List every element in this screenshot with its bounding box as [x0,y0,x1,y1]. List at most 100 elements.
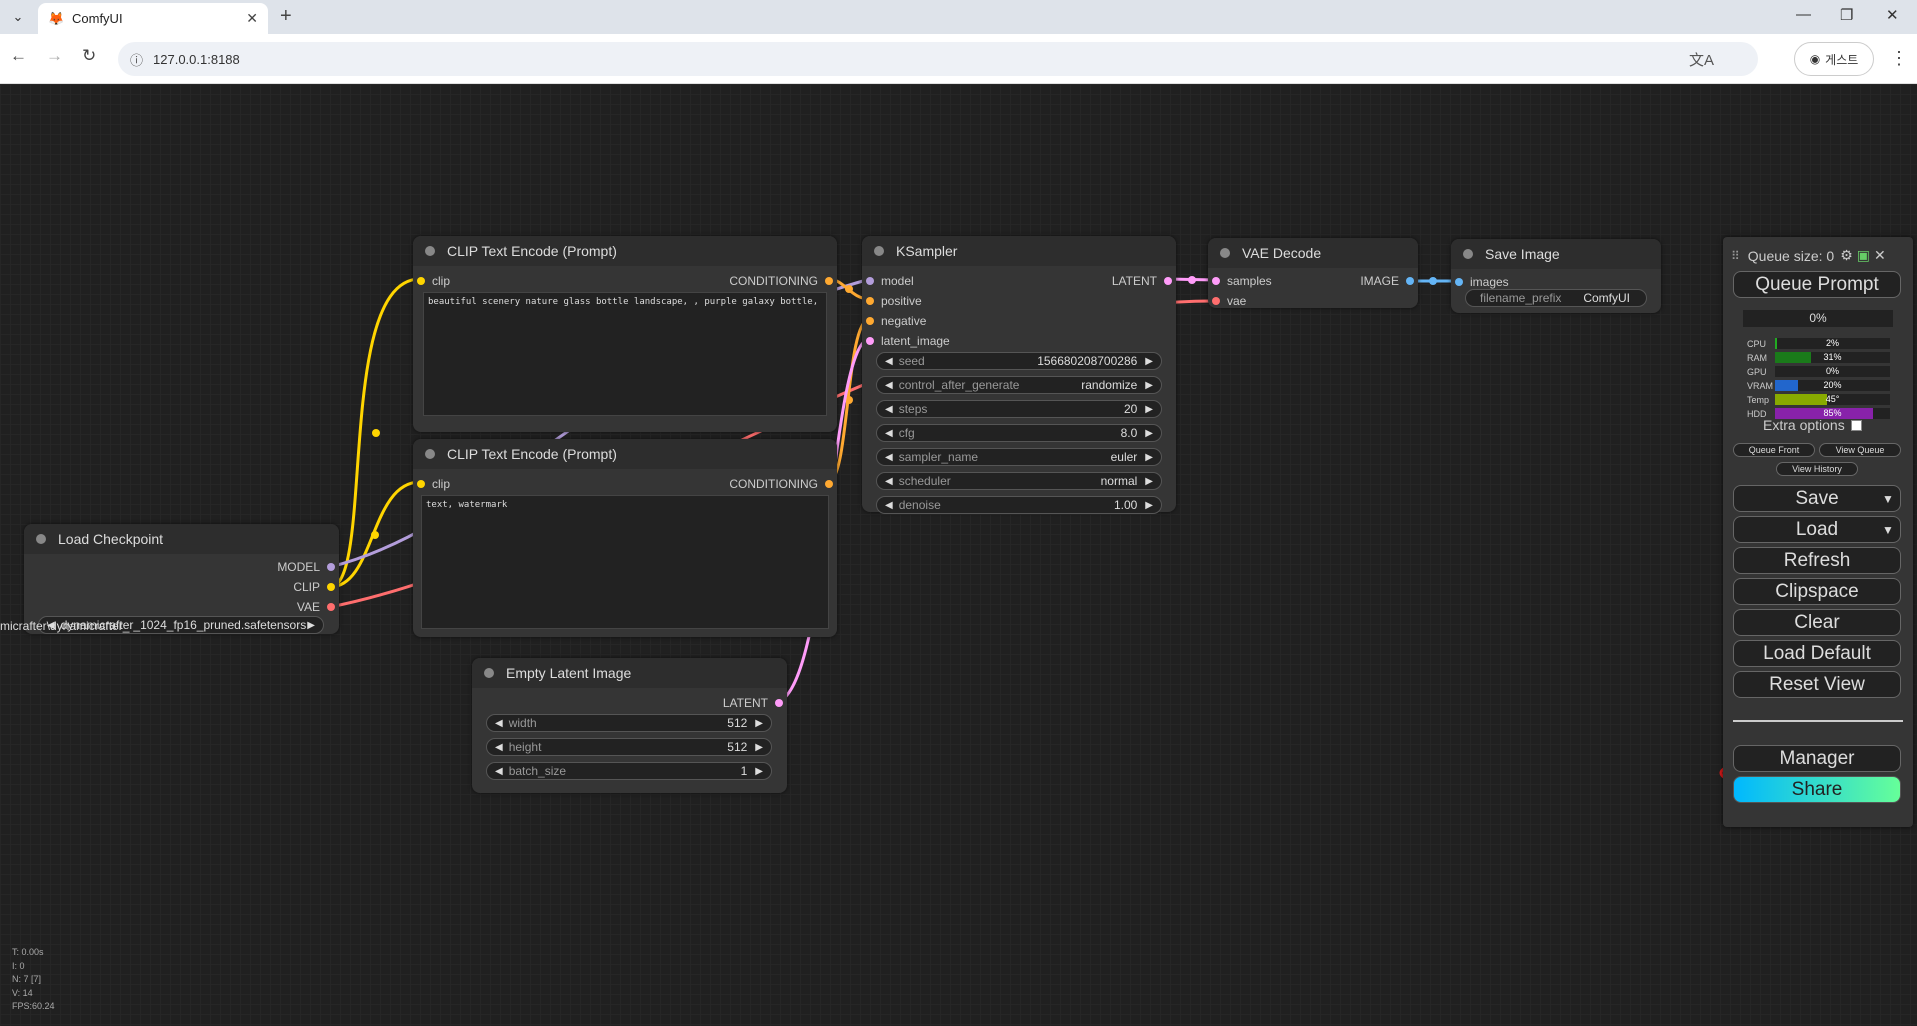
view-history-button[interactable]: View History [1776,462,1858,476]
widget-sampler-name[interactable]: ◀ sampler_name euler ▶ [876,448,1162,466]
queue-prompt-button[interactable]: Queue Prompt [1733,271,1901,298]
collapse-dot-icon[interactable] [874,246,884,256]
minimize-icon[interactable]: — [1796,6,1811,23]
tab-close-icon[interactable]: ✕ [246,10,258,27]
widget-cfg[interactable]: ◀ cfg 8.0 ▶ [876,424,1162,442]
tab-search-dropdown-icon[interactable]: ⌄ [6,6,30,28]
queue-front-button[interactable]: Queue Front [1733,443,1815,457]
collapse-dot-icon[interactable] [1463,249,1473,259]
reset-view-button[interactable]: Reset View [1733,671,1901,698]
input-slot-samples[interactable]: samples [1212,274,1272,288]
collapse-dot-icon[interactable] [425,449,435,459]
widget-control-after-generate[interactable]: ◀ control_after_generate randomize ▶ [876,376,1162,394]
node-header[interactable]: CLIP Text Encode (Prompt) [413,439,837,469]
node-clip-text-encode-positive[interactable]: CLIP Text Encode (Prompt) clip CONDITION… [413,236,837,432]
node-clip-text-encode-negative[interactable]: CLIP Text Encode (Prompt) clip CONDITION… [413,439,837,637]
output-slot-vae[interactable]: VAE [297,600,335,614]
output-slot-conditioning[interactable]: CONDITIONING [729,274,833,288]
decrement-arrow-icon[interactable]: ◀ [885,476,893,487]
increment-arrow-icon[interactable]: ▶ [1145,500,1153,511]
input-slot-images[interactable]: images [1455,275,1509,289]
restore-icon[interactable]: ❐ [1840,6,1853,24]
output-slot-image[interactable]: IMAGE [1360,274,1414,288]
widget-height[interactable]: ◀ height 512 ▶ [486,738,772,756]
save-dropdown-icon[interactable]: ▼ [1876,486,1900,511]
collapse-dot-icon[interactable] [425,246,435,256]
decrement-arrow-icon[interactable]: ◀ [885,380,893,391]
decrement-arrow-icon[interactable]: ◀ [495,766,503,777]
widget-width[interactable]: ◀ width 512 ▶ [486,714,772,732]
increment-arrow-icon[interactable]: ▶ [1145,428,1153,439]
view-queue-button[interactable]: View Queue [1819,443,1901,457]
prompt-textarea[interactable]: beautiful scenery nature glass bottle la… [423,292,827,416]
output-slot-conditioning[interactable]: CONDITIONING [729,477,833,491]
increment-arrow-icon[interactable]: ▶ [1145,476,1153,487]
forward-icon[interactable]: → [46,46,63,66]
node-header[interactable]: Empty Latent Image [472,658,787,688]
refresh-button[interactable]: Refresh [1733,547,1901,574]
input-slot-positive[interactable]: positive [866,294,922,308]
widget-filename-prefix[interactable]: filename_prefix ComfyUI [1465,289,1647,307]
collapse-dot-icon[interactable] [36,534,46,544]
increment-arrow-icon[interactable]: ▶ [1145,380,1153,391]
clipspace-button[interactable]: Clipspace [1733,578,1901,605]
node-header[interactable]: KSampler [862,236,1176,266]
input-slot-clip[interactable]: clip [417,274,450,288]
collapse-dot-icon[interactable] [484,668,494,678]
graph-canvas[interactable]: CLIP Text Encode (Prompt) clip CONDITION… [0,84,1917,1026]
decrement-arrow-icon[interactable]: ◀ [885,404,893,415]
node-vae-decode[interactable]: VAE Decode samples vae IMAGE [1208,238,1418,308]
decrement-arrow-icon[interactable]: ◀ [885,428,893,439]
input-slot-vae[interactable]: vae [1212,294,1246,308]
collapse-dot-icon[interactable] [1220,248,1230,258]
increment-arrow-icon[interactable]: ▶ [1145,404,1153,415]
input-slot-negative[interactable]: negative [866,314,926,328]
profile-button[interactable]: ◉ 게스트 [1794,42,1874,76]
browser-menu-icon[interactable]: ⋮ [1890,48,1908,69]
node-load-checkpoint[interactable]: Load Checkpoint MODEL CLIP VAE ◀ dynamicr… [24,524,339,634]
load-button[interactable]: Load ▼ [1733,516,1901,543]
widget-steps[interactable]: ◀ steps 20 ▶ [876,400,1162,418]
drag-handle-icon[interactable]: ⠿ [1731,249,1740,263]
back-icon[interactable]: ← [10,46,27,66]
input-slot-clip[interactable]: clip [417,477,450,491]
prompt-textarea[interactable]: text, watermark [421,495,829,629]
image-gallery-icon[interactable]: ▣ [1857,247,1870,264]
node-header[interactable]: Load Checkpoint [24,524,339,554]
input-slot-latent-image[interactable]: latent_image [866,334,950,348]
increment-arrow-icon[interactable]: ▶ [755,718,763,729]
output-slot-model[interactable]: MODEL [277,560,335,574]
decrement-arrow-icon[interactable]: ◀ [885,452,893,463]
node-empty-latent-image[interactable]: Empty Latent Image LATENT ◀ width 512 ▶ ◀ he… [472,658,787,793]
decrement-arrow-icon[interactable]: ◀ [495,718,503,729]
address-bar[interactable]: ⓘ 127.0.0.1:8188 文A [118,42,1758,76]
increment-arrow-icon[interactable]: ▶ [1145,356,1153,367]
settings-gear-icon[interactable]: ⚙ [1840,247,1853,264]
reload-icon[interactable]: ↻ [82,46,96,66]
widget-denoise[interactable]: ◀ denoise 1.00 ▶ [876,496,1162,514]
input-slot-model[interactable]: model [866,274,914,288]
load-dropdown-icon[interactable]: ▼ [1876,517,1900,542]
output-slot-latent[interactable]: LATENT [1112,274,1172,288]
node-header[interactable]: CLIP Text Encode (Prompt) [413,236,837,266]
node-header[interactable]: VAE Decode [1208,238,1418,268]
window-close-icon[interactable]: ✕ [1886,6,1899,24]
output-slot-clip[interactable]: CLIP [293,580,335,594]
decrement-arrow-icon[interactable]: ◀ [885,356,893,367]
clear-button[interactable]: Clear [1733,609,1901,636]
translate-icon[interactable]: 文A [1689,49,1714,70]
share-button[interactable]: Share [1733,776,1901,803]
site-info-icon[interactable]: ⓘ [130,50,143,69]
increment-arrow-icon[interactable]: ▶ [1145,452,1153,463]
widget-batch-size[interactable]: ◀ batch_size 1 ▶ [486,762,772,780]
decrement-arrow-icon[interactable]: ◀ [885,500,893,511]
new-tab-icon[interactable]: + [280,6,292,26]
load-default-button[interactable]: Load Default [1733,640,1901,667]
close-panel-icon[interactable]: ✕ [1874,247,1886,264]
extra-options-checkbox[interactable] [1850,419,1862,431]
increment-arrow-icon[interactable]: ▶ [755,766,763,777]
manager-button[interactable]: Manager [1733,745,1901,772]
increment-arrow-icon[interactable]: ▶ [307,620,315,631]
widget-seed[interactable]: ◀ seed 156680208700286 ▶ [876,352,1162,370]
widget-scheduler[interactable]: ◀ scheduler normal ▶ [876,472,1162,490]
